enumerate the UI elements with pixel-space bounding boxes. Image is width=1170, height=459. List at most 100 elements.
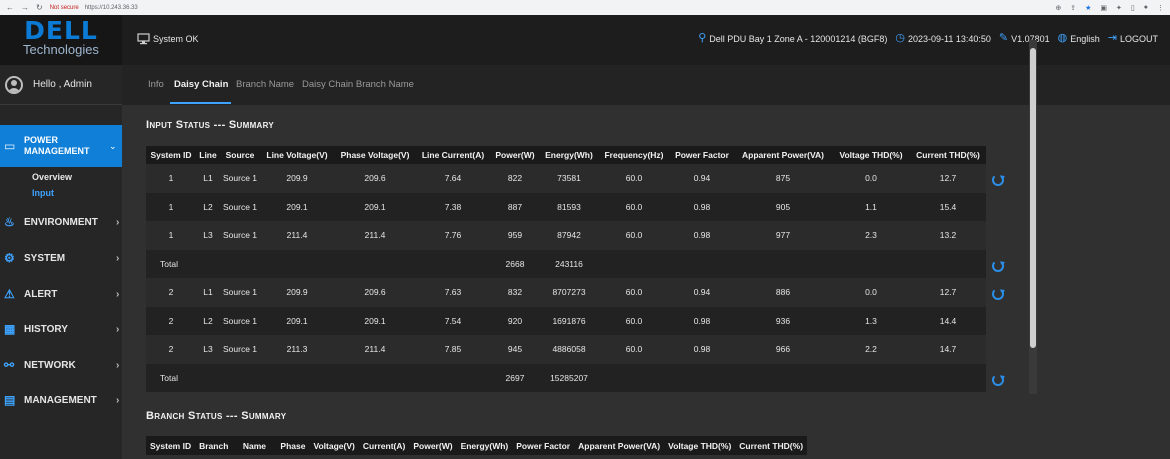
logout-icon: ⇥ — [1107, 32, 1117, 44]
table-cell — [670, 363, 734, 392]
logout-button[interactable]: ⇥ LOGOUT — [1108, 33, 1158, 44]
table-cell — [416, 249, 490, 278]
zoom-icon[interactable]: ⊕ — [1055, 4, 1061, 12]
browser-menu-icon[interactable]: ⋮ — [1157, 4, 1164, 12]
share-icon[interactable]: ⇪ — [1070, 4, 1076, 12]
table-cell: 209.1 — [260, 192, 334, 221]
column-header: Power Factor — [670, 146, 734, 164]
sidebar-subitem-overview[interactable]: Overview — [32, 172, 72, 182]
sidepanel-icon[interactable]: ▯ — [1131, 4, 1135, 12]
main-content: Info Daisy Chain Branch Name Daisy Chain… — [122, 65, 1170, 459]
active-tab-indicator — [170, 102, 231, 104]
table-cell: 211.3 — [260, 335, 334, 364]
table-header-row: System ID Line Source Line Voltage(V) Ph… — [146, 146, 986, 164]
bookmark-star-icon[interactable]: ★ — [1085, 4, 1091, 12]
chevron-right-icon: › — [116, 323, 120, 335]
table-cell: 977 — [734, 221, 832, 250]
power-management-icon: ▭ — [4, 139, 16, 153]
table-cell — [260, 249, 334, 278]
table-cell: 8707273 — [540, 278, 598, 307]
language-selector[interactable]: ◍ English — [1058, 33, 1100, 44]
table-cell: 15285207 — [540, 363, 598, 392]
back-icon[interactable]: ← — [6, 3, 14, 12]
refresh-icon[interactable] — [992, 288, 1004, 300]
table-cell: 2 — [146, 278, 196, 307]
network-icon: ⚯ — [4, 358, 15, 372]
scrollbar-thumb[interactable] — [1030, 48, 1036, 348]
table-cell: 211.4 — [334, 335, 416, 364]
table-cell: Source 1 — [220, 335, 260, 364]
user-avatar-icon[interactable] — [5, 75, 23, 94]
table-cell: 2 — [146, 335, 196, 364]
sidebar-item-environment[interactable]: ♨ ENVIRONMENT › — [0, 212, 122, 232]
sidebar-item-power-management[interactable]: ▭ POWER MANAGEMENT ⌄ — [0, 125, 122, 167]
table-cell: 60.0 — [598, 221, 670, 250]
sidebar-item-history[interactable]: ▦ HISTORY › — [0, 319, 122, 339]
table-row-total: Total 2697 15285207 — [146, 363, 986, 392]
table-cell: 7.54 — [416, 306, 490, 335]
chevron-down-icon: ⌄ — [109, 140, 117, 151]
table-cell — [734, 363, 832, 392]
table-cell: 13.2 — [910, 221, 986, 250]
sidebar-item-management[interactable]: ▤ MANAGEMENT › — [0, 390, 122, 410]
tab-daisy-chain[interactable]: Daisy Chain — [174, 79, 228, 90]
table-cell: 60.0 — [598, 192, 670, 221]
column-header: Line Voltage(V) — [260, 146, 334, 164]
column-header: Current THD(%) — [735, 436, 808, 455]
table-cell: 7.85 — [416, 335, 490, 364]
table-cell: 81593 — [540, 192, 598, 221]
calendar-icon: ▦ — [4, 322, 16, 336]
extensions-puzzle-icon[interactable]: ✦ — [1116, 4, 1122, 12]
table-cell: L1 — [196, 164, 220, 193]
table-cell: 2.3 — [832, 221, 910, 250]
table-cell: 209.6 — [334, 164, 416, 193]
refresh-icon[interactable] — [992, 174, 1004, 186]
table-cell — [334, 249, 416, 278]
sidebar-item-system[interactable]: ⚙ SYSTEM › — [0, 248, 122, 268]
table-cell: L2 — [196, 192, 220, 221]
not-secure-badge[interactable]: Not secure — [50, 5, 79, 11]
table-cell: L1 — [196, 278, 220, 307]
table-row: 1 L2 Source 1 209.1 209.1 7.38 887 81593… — [146, 192, 986, 221]
table-cell: Total — [146, 363, 196, 392]
sidebar-item-alert[interactable]: ⚠ ALERT › — [0, 284, 122, 304]
edit-icon: ✎ — [998, 32, 1009, 44]
table-cell: 7.64 — [416, 164, 490, 193]
table-row: 2 L1 Source 1 209.9 209.6 7.63 832 87072… — [146, 278, 986, 307]
table-cell: 73581 — [540, 164, 598, 193]
tab-branch-name[interactable]: Branch Name — [236, 79, 294, 90]
table-row: 2 L3 Source 1 211.3 211.4 7.85 945 48860… — [146, 335, 986, 364]
tab-daisy-chain-branch-name[interactable]: Daisy Chain Branch Name — [302, 79, 414, 90]
column-header: Voltage THD(%) — [832, 146, 910, 164]
branch-status-table: System ID Branch Name Phase Voltage(V) C… — [146, 436, 808, 455]
table-cell: 832 — [490, 278, 540, 307]
table-cell: 12.7 — [910, 278, 986, 307]
refresh-icon[interactable] — [992, 260, 1004, 272]
address-bar[interactable]: https://10.243.36.33 — [85, 5, 138, 11]
table-cell: 60.0 — [598, 164, 670, 193]
table-cell: 875 — [734, 164, 832, 193]
forward-icon[interactable]: → — [21, 3, 29, 12]
reload-icon[interactable]: ↻ — [36, 3, 43, 12]
tab-info[interactable]: Info — [148, 79, 164, 90]
chevron-right-icon: › — [116, 288, 120, 300]
sidebar-subitem-input[interactable]: Input — [32, 188, 54, 198]
table-cell — [598, 363, 670, 392]
column-header: Power(W) — [409, 436, 457, 455]
profile-icon[interactable]: ● — [1144, 4, 1148, 12]
table-cell — [832, 363, 910, 392]
table-cell: 822 — [490, 164, 540, 193]
table-cell: 0.98 — [670, 306, 734, 335]
refresh-icon[interactable] — [992, 374, 1004, 386]
table-cell: 2.2 — [832, 335, 910, 364]
column-header: Power(W) — [490, 146, 540, 164]
sidebar-item-network[interactable]: ⚯ NETWORK › — [0, 355, 122, 375]
table-row: 1 L3 Source 1 211.4 211.4 7.76 959 87942… — [146, 221, 986, 250]
column-header: Voltage THD(%) — [664, 436, 736, 455]
table-cell: 209.6 — [334, 278, 416, 307]
table-cell: 1.1 — [832, 192, 910, 221]
chevron-right-icon: › — [116, 216, 120, 228]
extension-icon[interactable]: ▣ — [1100, 4, 1107, 12]
dell-logo[interactable]: DELL Technologies — [0, 15, 122, 65]
table-cell: 959 — [490, 221, 540, 250]
